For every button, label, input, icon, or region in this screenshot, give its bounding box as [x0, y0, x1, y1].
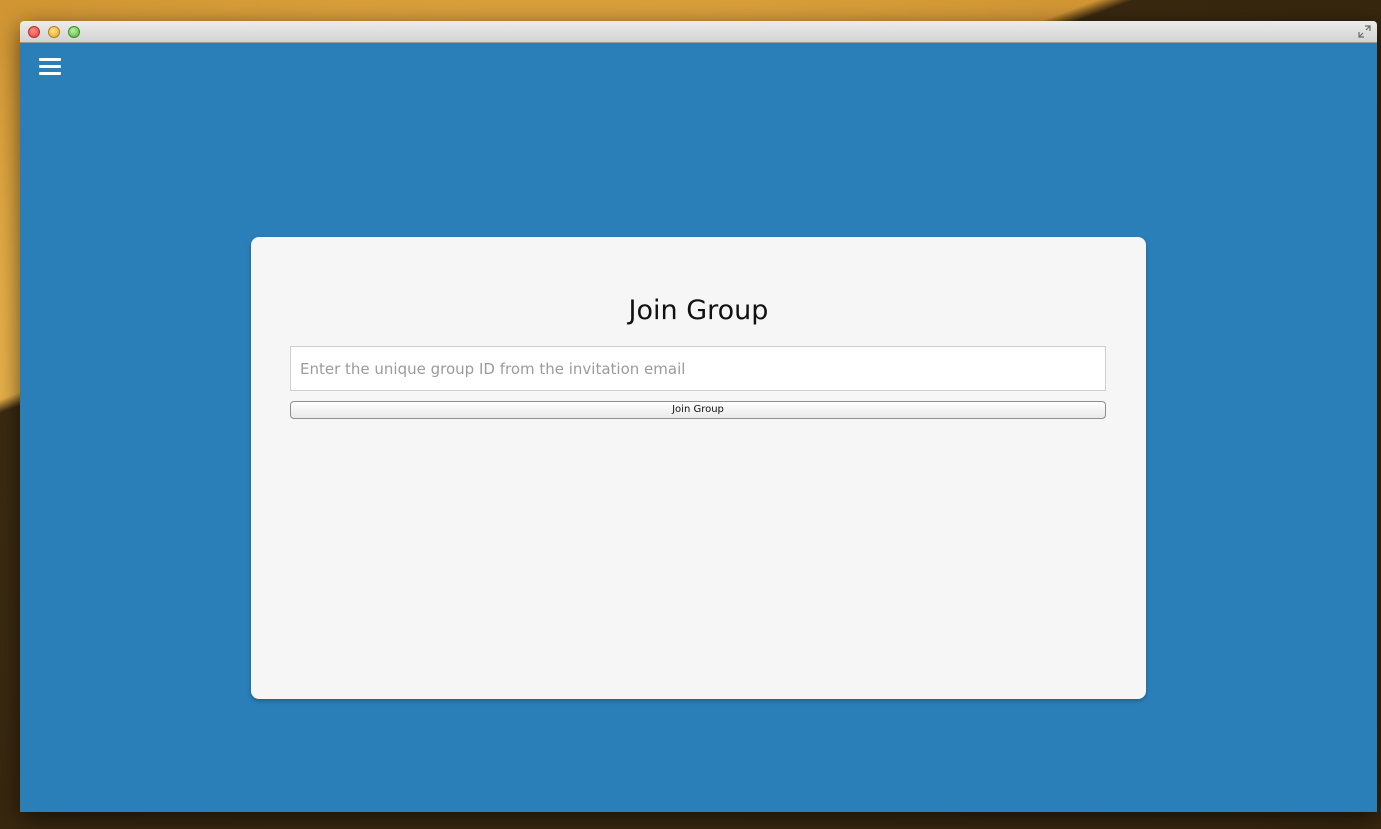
- menu-bar-line: [39, 58, 61, 61]
- join-group-card: Join Group Join Group: [251, 237, 1146, 699]
- title-bar: [20, 21, 1377, 43]
- menu-bar-line: [39, 72, 61, 75]
- join-group-button[interactable]: Join Group: [290, 401, 1106, 419]
- fullscreen-icon[interactable]: [1358, 25, 1371, 38]
- close-window-button[interactable]: [28, 26, 40, 38]
- app-window: Join Group Join Group: [20, 21, 1377, 812]
- zoom-window-button[interactable]: [68, 26, 80, 38]
- minimize-window-button[interactable]: [48, 26, 60, 38]
- hamburger-menu-icon[interactable]: [39, 58, 61, 76]
- menu-bar-line: [39, 65, 61, 68]
- group-id-input[interactable]: [290, 346, 1106, 391]
- page-title: Join Group: [628, 295, 769, 326]
- main-content: Join Group Join Group: [20, 43, 1377, 812]
